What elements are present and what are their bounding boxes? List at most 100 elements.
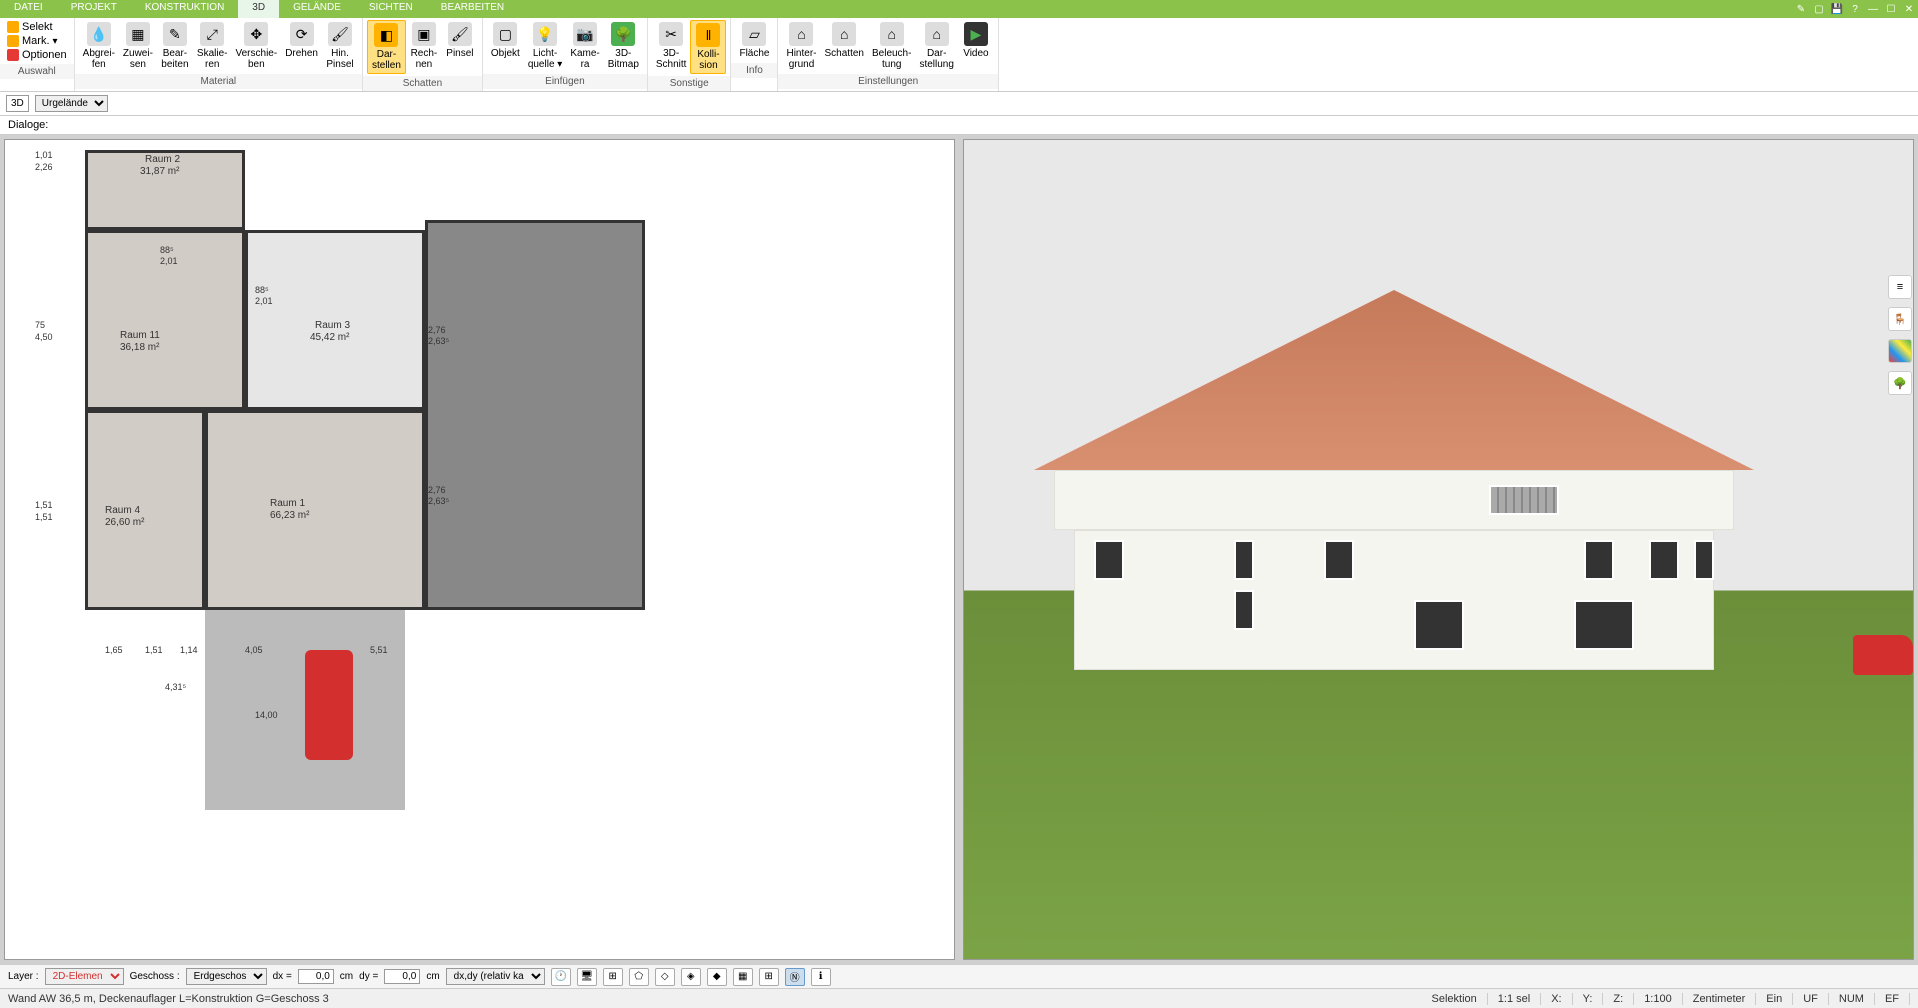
eyedropper-icon: 💧 bbox=[87, 22, 111, 46]
kamera-button[interactable]: 📷Kame- ra bbox=[566, 20, 603, 72]
north-icon[interactable]: Ⓝ bbox=[785, 968, 805, 986]
snap2-icon[interactable]: ◈ bbox=[681, 968, 701, 986]
dialog-bar: Dialoge: bbox=[0, 116, 1918, 135]
tree-mini-icon[interactable]: 🌳 bbox=[1888, 371, 1912, 395]
menu-bar: DATEI PROJEKT KONSTRUKTION 3D GELÄNDE SI… bbox=[0, 0, 1918, 18]
room-3-name: Raum 3 bbox=[315, 320, 350, 331]
snap3-icon[interactable]: ◆ bbox=[707, 968, 727, 986]
room-1-name: Raum 1 bbox=[270, 498, 305, 509]
house-3d bbox=[1034, 290, 1754, 690]
group-icon[interactable]: ⊞ bbox=[603, 968, 623, 986]
clock-icon[interactable]: 🕐 bbox=[551, 968, 571, 986]
snap1-icon[interactable]: ◇ bbox=[655, 968, 675, 986]
mark-button[interactable]: Mark. ▾ bbox=[4, 34, 70, 48]
calc-icon: ▣ bbox=[412, 22, 436, 46]
save-icon[interactable]: 💾 bbox=[1828, 0, 1846, 18]
drehen-button[interactable]: ⟳Drehen bbox=[281, 20, 322, 72]
status-y: Y: bbox=[1573, 993, 1604, 1005]
info-icon[interactable]: ℹ bbox=[811, 968, 831, 986]
monitor-icon[interactable]: 🖥 bbox=[577, 968, 597, 986]
dim-label: 1,51 bbox=[35, 512, 53, 522]
view-3d[interactable] bbox=[963, 139, 1914, 960]
dim-label: 2,26 bbox=[35, 162, 53, 172]
zuweisen-button[interactable]: ▦Zuwei- sen bbox=[119, 20, 157, 72]
dim-label: 2,63⁵ bbox=[428, 496, 449, 506]
hinpinsel-button[interactable]: 🖌Hin. Pinsel bbox=[322, 20, 358, 72]
menu-sichten[interactable]: SICHTEN bbox=[355, 0, 427, 18]
relative-select[interactable]: dx,dy (relativ ka bbox=[446, 968, 545, 985]
room-2-area: 31,87 m² bbox=[140, 166, 179, 177]
car-2d[interactable] bbox=[305, 650, 353, 760]
dim-label: 2,63⁵ bbox=[428, 336, 449, 346]
dialog-label: Dialoge: bbox=[8, 119, 48, 131]
selekt-button[interactable]: Selekt bbox=[4, 20, 70, 34]
3dschnitt-button[interactable]: ✂3D- Schnitt bbox=[652, 20, 691, 74]
cut-icon: ✂ bbox=[659, 22, 683, 46]
minimize-button[interactable]: — bbox=[1864, 0, 1882, 18]
mini-toolbar: ≡ 🪑 🌳 bbox=[1888, 275, 1912, 395]
sub-bar: 3D Urgelände bbox=[0, 92, 1918, 116]
room-4[interactable] bbox=[85, 410, 205, 610]
menu-bearbeiten[interactable]: BEARBEITEN bbox=[427, 0, 518, 18]
bearbeiten-button[interactable]: ✎Bear- beiten bbox=[157, 20, 193, 72]
abgreifen-button[interactable]: 💧Abgrei- fen bbox=[79, 20, 119, 72]
room-1[interactable] bbox=[205, 410, 425, 610]
kollision-button[interactable]: ‖Kolli- sion bbox=[690, 20, 726, 74]
beleuchtung-button[interactable]: ⌂Beleuch- tung bbox=[868, 20, 915, 72]
objekt-button[interactable]: ▢Objekt bbox=[487, 20, 524, 72]
rechnen-button[interactable]: ▣Rech- nen bbox=[406, 20, 442, 74]
optionen-button[interactable]: Optionen bbox=[4, 48, 70, 62]
status-x: X: bbox=[1541, 993, 1572, 1005]
3dbitmap-button[interactable]: 🌳3D- Bitmap bbox=[604, 20, 643, 72]
area-icon: ▱ bbox=[742, 22, 766, 46]
ribbon-group-einfuegen: ▢Objekt 💡Licht- quelle ▾ 📷Kame- ra 🌳3D- … bbox=[483, 18, 648, 91]
dim-label: 1,14 bbox=[180, 645, 198, 655]
video-button[interactable]: ▶Video bbox=[958, 20, 994, 72]
menu-konstruktion[interactable]: KONSTRUKTION bbox=[131, 0, 238, 18]
darstellung-button[interactable]: ⌂Dar- stellung bbox=[915, 20, 957, 72]
close-button[interactable]: ✕ bbox=[1900, 0, 1918, 18]
menu-gelaende[interactable]: GELÄNDE bbox=[279, 0, 355, 18]
ribbon-group-auswahl: Selekt Mark. ▾ Optionen Auswahl bbox=[0, 18, 75, 91]
light-icon: 💡 bbox=[533, 22, 557, 46]
view-2d[interactable]: 1,01 2,26 75 4,50 1,51 1,51 Raum 2 31,87… bbox=[4, 139, 955, 960]
square-icon[interactable]: ▢ bbox=[1810, 0, 1828, 18]
poly-icon[interactable]: ⬠ bbox=[629, 968, 649, 986]
lichtquelle-button[interactable]: 💡Licht- quelle ▾ bbox=[524, 20, 567, 72]
darstellen-button[interactable]: ◧Dar- stellen bbox=[367, 20, 406, 74]
pinsel-button[interactable]: 🖌Pinsel bbox=[442, 20, 478, 74]
cube-icon: ◧ bbox=[374, 23, 398, 47]
verschieben-button[interactable]: ✥Verschie- ben bbox=[232, 20, 282, 72]
grid2-icon[interactable]: ⊞ bbox=[759, 968, 779, 986]
dim-label: 2,01 bbox=[160, 256, 178, 266]
mode-box[interactable]: 3D bbox=[6, 95, 29, 112]
menu-datei[interactable]: DATEI bbox=[0, 0, 57, 18]
ribbon-group-info: ▱Fläche Info bbox=[731, 18, 778, 91]
room-4-area: 26,60 m² bbox=[105, 517, 144, 528]
pencil-icon[interactable]: ✎ bbox=[1792, 0, 1810, 18]
flaeche-button[interactable]: ▱Fläche bbox=[735, 20, 773, 61]
layers-icon[interactable]: ≡ bbox=[1888, 275, 1912, 299]
chair-icon[interactable]: 🪑 bbox=[1888, 307, 1912, 331]
terrace[interactable] bbox=[425, 220, 645, 610]
menu-3d[interactable]: 3D bbox=[238, 0, 279, 18]
help-icon[interactable]: ? bbox=[1846, 0, 1864, 18]
terrain-dropdown[interactable]: Urgelände bbox=[35, 95, 108, 112]
dy-input[interactable] bbox=[384, 969, 420, 984]
schatten-set-button[interactable]: ⌂Schatten bbox=[821, 20, 868, 72]
grid-icon[interactable]: ▦ bbox=[733, 968, 753, 986]
dim-label: 4,31⁵ bbox=[165, 682, 186, 692]
tree-icon: 🌳 bbox=[611, 22, 635, 46]
maximize-button[interactable]: ☐ bbox=[1882, 0, 1900, 18]
menu-projekt[interactable]: PROJEKT bbox=[57, 0, 131, 18]
palette-icon[interactable] bbox=[1888, 339, 1912, 363]
layer-select[interactable]: 2D-Elemen bbox=[45, 968, 124, 985]
wall-upper bbox=[1054, 470, 1734, 530]
dim-label: 2,76 bbox=[428, 325, 446, 335]
dx-input[interactable] bbox=[298, 969, 334, 984]
hintergrund-button[interactable]: ⌂Hinter- grund bbox=[782, 20, 820, 72]
skalieren-button[interactable]: ⤢Skalie- ren bbox=[193, 20, 232, 72]
dim-label: 1,65 bbox=[105, 645, 123, 655]
geschoss-select[interactable]: Erdgeschos bbox=[186, 968, 267, 985]
status-num: NUM bbox=[1829, 993, 1875, 1005]
